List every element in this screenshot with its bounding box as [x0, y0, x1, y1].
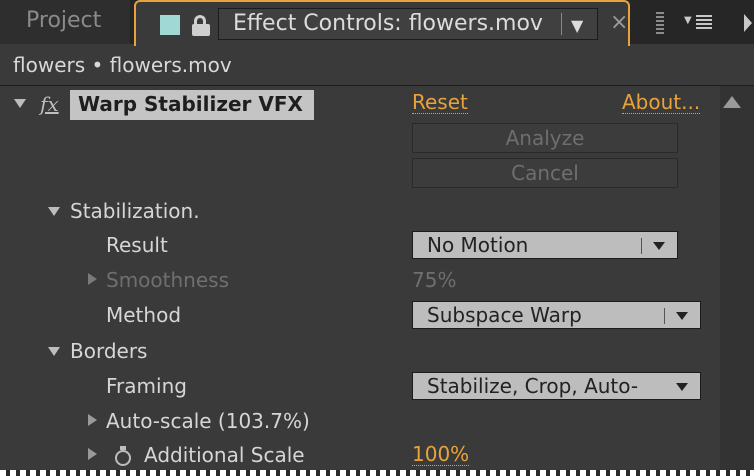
stabilization-group[interactable]: Stabilization.	[0, 194, 720, 229]
dropdown-separator	[664, 308, 665, 324]
chevron-down-icon	[653, 242, 665, 250]
result-dropdown[interactable]: No Motion	[412, 231, 678, 259]
effect-name-header[interactable]: Warp Stabilizer VFX	[70, 90, 314, 120]
effect-row: fx Warp Stabilizer VFX Reset About...	[0, 86, 720, 121]
framing-dropdown[interactable]: Stabilize, Crop, Auto-	[412, 372, 701, 400]
panel-menu-icon[interactable]: ▼	[684, 10, 718, 34]
scrollbar[interactable]	[720, 86, 754, 476]
tab-title: Effect Controls: flowers.mov	[233, 11, 543, 36]
breadcrumb-text: flowers • flowers.mov	[13, 53, 232, 77]
disclosure-triangle-icon[interactable]	[14, 99, 26, 108]
panel-tab-bar: Project Effect Controls: flowers.mov ▼ ×…	[0, 0, 754, 46]
effect-name: Warp Stabilizer VFX	[78, 92, 303, 116]
stabilization-label: Stabilization.	[70, 199, 200, 223]
chevron-down-icon	[676, 383, 688, 391]
effect-controls-title-dropdown[interactable]: Effect Controls: flowers.mov ▼	[218, 8, 598, 40]
disclosure-triangle-icon[interactable]	[88, 414, 97, 426]
borders-label: Borders	[70, 339, 148, 363]
result-label: Result	[106, 233, 168, 257]
additional-scale-row: Additional Scale 100%	[0, 438, 720, 473]
method-label: Method	[106, 303, 182, 327]
chevron-down-icon	[676, 312, 688, 320]
borders-group[interactable]: Borders	[0, 334, 720, 369]
crop-edge	[0, 470, 754, 476]
stopwatch-icon[interactable]	[114, 446, 134, 468]
fx-icon[interactable]: fx	[40, 92, 59, 116]
autoscale-row: Auto-scale (103.7%)	[0, 404, 720, 439]
additional-scale-value[interactable]: 100%	[412, 443, 470, 466]
reset-link[interactable]: Reset	[412, 91, 468, 114]
grip-icon[interactable]	[656, 12, 664, 34]
cancel-label: Cancel	[511, 161, 579, 185]
disclosure-triangle-icon[interactable]	[88, 273, 97, 285]
tab-project[interactable]: Project	[0, 0, 130, 44]
smoothness-row: Smoothness 75%	[0, 263, 720, 298]
title-separator	[561, 13, 562, 35]
tab-effect-controls[interactable]: Effect Controls: flowers.mov ▼ ×	[134, 0, 630, 46]
tab-project-label: Project	[26, 8, 102, 33]
analyze-button[interactable]: Analyze	[412, 123, 678, 153]
scroll-up-icon[interactable]	[723, 96, 741, 108]
about-link[interactable]: About...	[622, 91, 701, 114]
framing-label: Framing	[106, 374, 187, 398]
effect-controls-content: fx Warp Stabilizer VFX Reset About... An…	[0, 86, 720, 476]
disclosure-triangle-icon[interactable]	[48, 347, 60, 356]
more-tabs-icon[interactable]	[744, 14, 754, 34]
autoscale-label: Auto-scale (103.7%)	[106, 409, 310, 433]
analyze-label: Analyze	[505, 126, 585, 150]
breadcrumb: flowers • flowers.mov	[0, 46, 754, 86]
smoothness-value: 75%	[412, 268, 457, 292]
dropdown-separator	[641, 238, 642, 254]
result-value: No Motion	[427, 233, 529, 257]
method-value: Subspace Warp	[427, 303, 582, 327]
framing-row: Framing Stabilize, Crop, Auto-	[0, 369, 720, 404]
result-row: Result No Motion	[0, 228, 720, 263]
disclosure-triangle-icon[interactable]	[48, 207, 60, 216]
method-dropdown[interactable]: Subspace Warp	[412, 301, 701, 329]
method-row: Method Subspace Warp	[0, 298, 720, 333]
framing-value: Stabilize, Crop, Auto-	[427, 374, 639, 398]
cancel-button[interactable]: Cancel	[412, 158, 678, 188]
color-swatch-icon	[160, 15, 180, 35]
lock-icon[interactable]	[192, 15, 210, 36]
dropdown-arrow-icon[interactable]: ▼	[571, 16, 583, 35]
close-icon[interactable]: ×	[610, 10, 628, 35]
additional-scale-label: Additional Scale	[144, 443, 305, 467]
disclosure-triangle-icon[interactable]	[88, 448, 97, 460]
smoothness-label: Smoothness	[106, 268, 229, 292]
